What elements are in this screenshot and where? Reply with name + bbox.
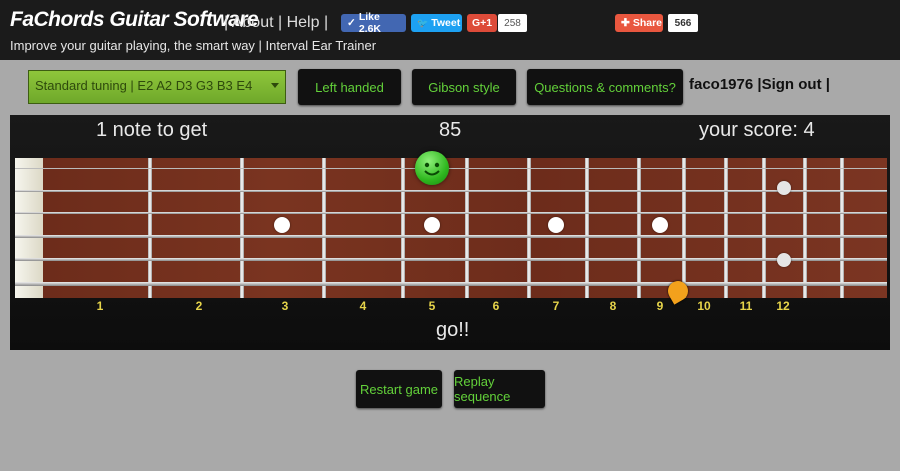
guitar-string <box>15 168 887 169</box>
fret-number: 1 <box>96 299 104 313</box>
like-label: Like 2.6K <box>358 11 381 35</box>
fret-number: 2 <box>195 299 203 313</box>
tuning-select[interactable]: Standard tuning | E2 A2 D3 G3 B3 E4 <box>28 70 286 104</box>
notes-to-get: 1 note to get <box>96 119 208 141</box>
guitar-string <box>15 235 887 238</box>
google-plus-count: 258 <box>498 14 527 32</box>
fret-number: 7 <box>552 299 560 313</box>
status-message: go!! <box>436 319 470 341</box>
fret-marker-dot <box>652 217 668 233</box>
fret-marker-dot <box>424 217 440 233</box>
twitter-bird-icon: 🐦 <box>417 17 429 28</box>
tagline: Improve your guitar playing, the smart w… <box>10 38 377 53</box>
share-label: Share <box>632 17 662 29</box>
fret-wire <box>637 158 641 298</box>
guitar-string <box>15 258 887 261</box>
fret-wire <box>682 158 686 298</box>
brand-logo[interactable]: FaChords Guitar Software <box>10 8 259 32</box>
gibson-style-button[interactable]: Gibson style <box>412 69 516 105</box>
checkmark-icon: ✓ <box>347 17 356 29</box>
google-plus-button[interactable]: G+1 <box>467 14 497 32</box>
fret-wire <box>240 158 244 298</box>
fretboard[interactable] <box>15 158 887 298</box>
separator: | <box>224 14 229 31</box>
tweet-label: Tweet <box>431 17 461 29</box>
fret-number: 4 <box>359 299 367 313</box>
tuning-value: Standard tuning | E2 A2 D3 G3 B3 E4 <box>35 78 253 93</box>
guitar-nut <box>15 158 43 298</box>
fret-wire <box>762 158 766 298</box>
fret-number: 12 <box>776 299 790 313</box>
fret-wire <box>527 158 531 298</box>
fret-wire <box>401 158 405 298</box>
fret-wire <box>322 158 326 298</box>
separator: | <box>277 14 283 31</box>
restart-game-button[interactable]: Restart game <box>356 370 442 408</box>
fret-wire <box>148 158 152 298</box>
fret-marker-dot <box>777 253 791 267</box>
guitar-string <box>15 190 887 192</box>
user-signout[interactable]: faco1976 |Sign out | <box>689 76 830 93</box>
fret-wire <box>840 158 844 298</box>
fret-wire <box>465 158 469 298</box>
timer: 85 <box>439 119 462 141</box>
fret-number: 8 <box>609 299 617 313</box>
share-button[interactable]: ✚ Share <box>615 14 663 32</box>
dropdown-arrow-icon <box>271 83 279 88</box>
top-links: | About | Help | <box>224 14 328 32</box>
fret-number: 10 <box>697 299 711 313</box>
replay-sequence-button[interactable]: Replay sequence <box>454 370 545 408</box>
facebook-like-button[interactable]: ✓ Like 2.6K <box>341 11 406 35</box>
fret-marker-dot <box>548 217 564 233</box>
fret-number: 11 <box>739 299 753 313</box>
questions-button[interactable]: Questions & comments? <box>527 69 683 105</box>
fret-wire <box>803 158 807 298</box>
about-link[interactable]: About <box>232 14 274 31</box>
fret-number: 3 <box>281 299 289 313</box>
tweet-button[interactable]: 🐦 Tweet <box>411 14 462 32</box>
plus-icon: ✚ <box>621 17 630 29</box>
fret-number: 5 <box>428 299 436 313</box>
guitar-string <box>15 212 887 214</box>
separator: | <box>323 14 329 31</box>
smiley-note-icon <box>415 151 449 185</box>
share-count: 566 <box>668 14 698 32</box>
guitar-string <box>15 282 887 286</box>
fret-wire <box>724 158 728 298</box>
fret-number: 9 <box>656 299 664 313</box>
help-link[interactable]: Help <box>287 14 320 31</box>
fret-wire <box>585 158 589 298</box>
score: your score: 4 <box>699 119 815 141</box>
fret-marker-dot <box>274 217 290 233</box>
left-handed-button[interactable]: Left handed <box>298 69 401 105</box>
fret-number: 6 <box>492 299 500 313</box>
fret-marker-dot <box>777 181 791 195</box>
